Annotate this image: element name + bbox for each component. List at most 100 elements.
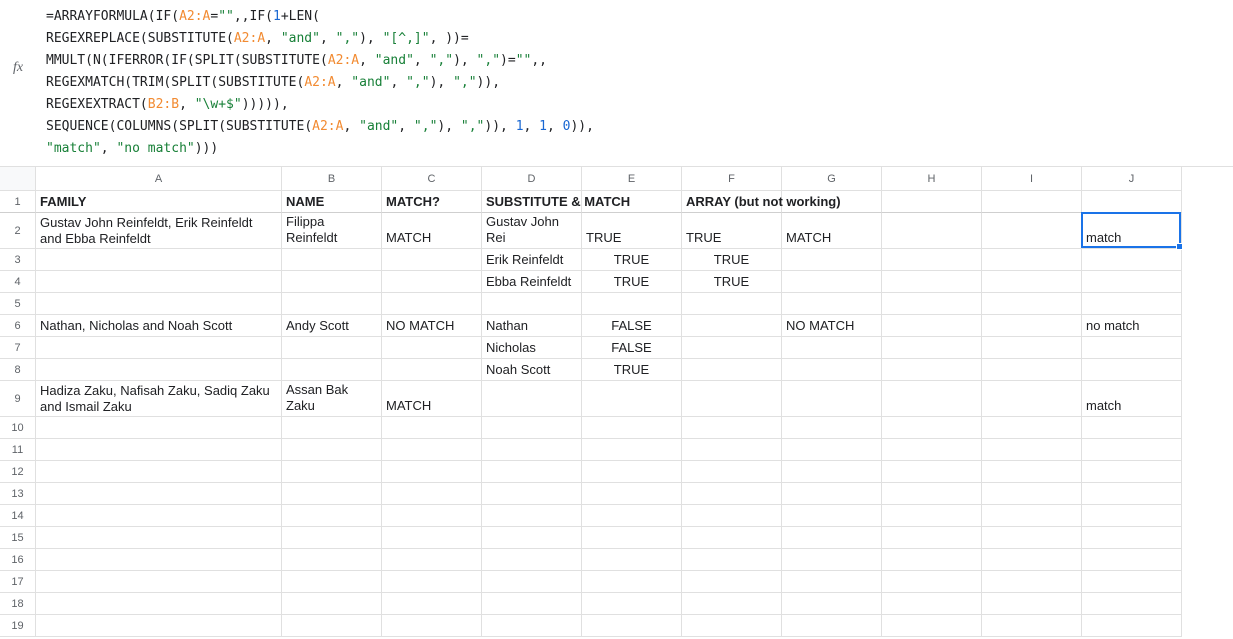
cell-C14[interactable] [382,505,482,527]
cell-G9[interactable] [782,381,882,417]
row-header-11[interactable]: 11 [0,439,36,461]
cell-E2[interactable]: TRUE [582,213,682,249]
cell-H5[interactable] [882,293,982,315]
cell-C17[interactable] [382,571,482,593]
cell-E6[interactable]: FALSE [582,315,682,337]
cell-G14[interactable] [782,505,882,527]
cell-H11[interactable] [882,439,982,461]
cell-G13[interactable] [782,483,882,505]
cell-C9[interactable]: MATCH [382,381,482,417]
cell-F10[interactable] [682,417,782,439]
cell-J16[interactable] [1082,549,1182,571]
cell-H13[interactable] [882,483,982,505]
cell-H9[interactable] [882,381,982,417]
cell-E18[interactable] [582,593,682,615]
cell-I9[interactable] [982,381,1082,417]
cell-C15[interactable] [382,527,482,549]
cell-F11[interactable] [682,439,782,461]
cell-F18[interactable] [682,593,782,615]
cell-I16[interactable] [982,549,1082,571]
cell-A10[interactable] [36,417,282,439]
cell-I17[interactable] [982,571,1082,593]
cell-E3[interactable]: TRUE [582,249,682,271]
cell-B1[interactable]: NAME [282,191,382,213]
row-header-4[interactable]: 4 [0,271,36,293]
cell-A8[interactable] [36,359,282,381]
cell-F13[interactable] [682,483,782,505]
cell-C3[interactable] [382,249,482,271]
cell-J18[interactable] [1082,593,1182,615]
cell-J10[interactable] [1082,417,1182,439]
cell-J13[interactable] [1082,483,1182,505]
cell-G18[interactable] [782,593,882,615]
cell-I14[interactable] [982,505,1082,527]
cell-I12[interactable] [982,461,1082,483]
cell-D7[interactable]: Nicholas [482,337,582,359]
cell-D10[interactable] [482,417,582,439]
cell-E16[interactable] [582,549,682,571]
cell-J2[interactable]: match [1082,213,1182,249]
cell-F16[interactable] [682,549,782,571]
cell-I1[interactable] [982,191,1082,213]
row-header-8[interactable]: 8 [0,359,36,381]
cell-I18[interactable] [982,593,1082,615]
cell-J12[interactable] [1082,461,1182,483]
cell-G10[interactable] [782,417,882,439]
cell-F4[interactable]: TRUE [682,271,782,293]
cell-H14[interactable] [882,505,982,527]
cell-F7[interactable] [682,337,782,359]
cell-F3[interactable]: TRUE [682,249,782,271]
cell-C13[interactable] [382,483,482,505]
cell-H3[interactable] [882,249,982,271]
cell-A19[interactable] [36,615,282,637]
column-header-G[interactable]: G [782,167,882,191]
row-header-6[interactable]: 6 [0,315,36,337]
row-header-16[interactable]: 16 [0,549,36,571]
cell-B9[interactable]: Assan Bak Zaku [282,381,382,417]
cell-I19[interactable] [982,615,1082,637]
cell-D17[interactable] [482,571,582,593]
cell-D9[interactable] [482,381,582,417]
cell-H4[interactable] [882,271,982,293]
cell-E13[interactable] [582,483,682,505]
select-all-corner[interactable] [0,167,36,191]
cell-A3[interactable] [36,249,282,271]
cell-J3[interactable] [1082,249,1182,271]
cell-A15[interactable] [36,527,282,549]
cell-C10[interactable] [382,417,482,439]
cell-J4[interactable] [1082,271,1182,293]
cell-G8[interactable] [782,359,882,381]
cell-G7[interactable] [782,337,882,359]
cell-B15[interactable] [282,527,382,549]
cell-D11[interactable] [482,439,582,461]
cell-J1[interactable] [1082,191,1182,213]
cell-F6[interactable] [682,315,782,337]
column-header-C[interactable]: C [382,167,482,191]
cell-A1[interactable]: FAMILY [36,191,282,213]
cell-F19[interactable] [682,615,782,637]
cell-F2[interactable]: TRUE [682,213,782,249]
row-header-3[interactable]: 3 [0,249,36,271]
cell-H1[interactable] [882,191,982,213]
row-header-18[interactable]: 18 [0,593,36,615]
row-header-1[interactable]: 1 [0,191,36,213]
cell-J5[interactable] [1082,293,1182,315]
cell-G2[interactable]: MATCH [782,213,882,249]
column-header-J[interactable]: J [1082,167,1182,191]
cell-E10[interactable] [582,417,682,439]
column-header-E[interactable]: E [582,167,682,191]
cell-H8[interactable] [882,359,982,381]
row-header-10[interactable]: 10 [0,417,36,439]
cell-C7[interactable] [382,337,482,359]
cell-B5[interactable] [282,293,382,315]
cell-C18[interactable] [382,593,482,615]
row-header-15[interactable]: 15 [0,527,36,549]
cell-H18[interactable] [882,593,982,615]
cell-H19[interactable] [882,615,982,637]
cell-H6[interactable] [882,315,982,337]
cell-B3[interactable] [282,249,382,271]
cell-J15[interactable] [1082,527,1182,549]
column-header-H[interactable]: H [882,167,982,191]
cell-J11[interactable] [1082,439,1182,461]
row-header-12[interactable]: 12 [0,461,36,483]
